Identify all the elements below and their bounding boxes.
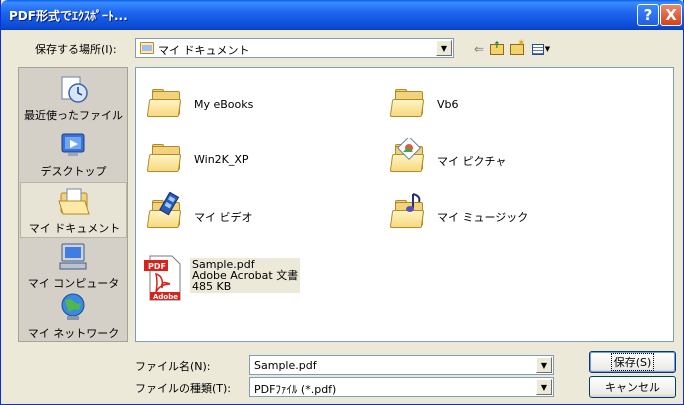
place-my-documents[interactable]: マイ ドキュメント bbox=[20, 182, 127, 238]
close-button[interactable]: X bbox=[660, 4, 682, 26]
folder-icon bbox=[146, 89, 182, 117]
filename-value: Sample.pdf bbox=[254, 359, 317, 372]
save-button[interactable]: 保存(S) bbox=[589, 351, 676, 373]
item-name: My eBooks bbox=[194, 98, 254, 111]
places-bar: 最近使ったファイル デスクトップ マイ ドキュメント マイ コンピュータ マイ … bbox=[18, 67, 128, 342]
place-desktop[interactable]: デスクトップ bbox=[20, 126, 127, 182]
up-folder-icon bbox=[490, 41, 504, 55]
place-recent[interactable]: 最近使ったファイル bbox=[20, 70, 127, 126]
view-menu-button[interactable]: ▼ bbox=[530, 40, 552, 58]
view-menu-icon bbox=[531, 43, 544, 55]
place-my-network[interactable]: マイ ネットワーク bbox=[20, 288, 127, 344]
close-icon: X bbox=[665, 6, 677, 24]
my-music-folder-icon bbox=[389, 193, 429, 234]
back-arrow-icon: ⇐ bbox=[473, 42, 485, 56]
chevron-down-icon[interactable]: ▼ bbox=[436, 40, 452, 56]
my-pictures-folder-icon bbox=[389, 138, 429, 178]
file-size: 485 KB bbox=[192, 280, 232, 293]
save-dialog: PDF形式でｴｸｽﾎﾟｰﾄ... ? X 保存する場所(I): マイ ドキュメン… bbox=[0, 0, 684, 405]
up-folder-button[interactable] bbox=[489, 40, 505, 58]
window-title: PDF形式でｴｸｽﾎﾟｰﾄ... bbox=[9, 9, 128, 23]
filetype-value: PDFﾌｧｲﾙ (*.pdf) bbox=[254, 383, 337, 396]
cancel-button-label: キャンセル bbox=[605, 381, 660, 394]
item-name: マイ ミュージック bbox=[437, 211, 529, 224]
chevron-down-icon: ▼ bbox=[544, 45, 551, 53]
file-list[interactable]: My eBooks Vb6 Win2K_XP マイ ピクチャ マイ ビデオ マイ… bbox=[135, 67, 674, 342]
place-label: 最近使ったファイル bbox=[24, 109, 123, 122]
my-computer-icon bbox=[59, 243, 87, 270]
svg-text:PDF: PDF bbox=[148, 262, 166, 271]
filename-label: ファイル名(N): bbox=[135, 360, 211, 373]
chevron-down-icon[interactable]: ▼ bbox=[536, 357, 552, 373]
file-details: Sample.pdf Adobe Acrobat 文書 485 KB bbox=[190, 258, 301, 293]
title-bar[interactable]: PDF形式でｴｸｽﾎﾟｰﾄ... ? X bbox=[1, 0, 684, 30]
desktop-icon bbox=[61, 133, 85, 156]
item-name: Vb6 bbox=[437, 98, 459, 111]
item-name: マイ ピクチャ bbox=[437, 155, 507, 168]
my-network-icon bbox=[61, 293, 85, 320]
my-documents-small-icon bbox=[140, 42, 154, 54]
cancel-button[interactable]: キャンセル bbox=[589, 376, 676, 398]
item-name: マイ ビデオ bbox=[194, 211, 253, 224]
filetype-label: ファイルの種類(T): bbox=[135, 382, 232, 395]
my-documents-icon bbox=[58, 188, 90, 215]
save-in-dropdown[interactable]: マイ ドキュメント ▼ bbox=[135, 38, 454, 58]
chevron-down-icon[interactable]: ▼ bbox=[536, 379, 552, 395]
save-in-label: 保存する場所(I): bbox=[35, 43, 117, 56]
save-in-value: マイ ドキュメント bbox=[158, 44, 250, 57]
new-folder-icon bbox=[510, 38, 525, 55]
place-label: マイ ドキュメント bbox=[28, 222, 121, 235]
my-videos-folder-icon bbox=[146, 192, 186, 234]
place-my-computer[interactable]: マイ コンピュータ bbox=[20, 238, 127, 294]
svg-text:Adobe: Adobe bbox=[153, 293, 178, 301]
recent-documents-icon bbox=[61, 76, 88, 103]
help-icon: ? bbox=[643, 6, 653, 24]
back-button[interactable]: ⇐ bbox=[471, 40, 487, 58]
item-name: Win2K_XP bbox=[194, 153, 249, 166]
help-button[interactable]: ? bbox=[637, 4, 659, 26]
place-label: デスクトップ bbox=[40, 165, 107, 178]
save-button-label: 保存(S) bbox=[610, 353, 655, 371]
filetype-dropdown[interactable]: PDFﾌｧｲﾙ (*.pdf) ▼ bbox=[249, 377, 554, 397]
filename-field[interactable]: Sample.pdf ▼ bbox=[249, 355, 554, 375]
folder-icon bbox=[389, 89, 425, 117]
folder-icon bbox=[146, 144, 182, 172]
new-folder-button[interactable] bbox=[509, 38, 525, 58]
pdf-file-icon: PDF Adobe bbox=[144, 255, 181, 301]
place-label: マイ ネットワーク bbox=[27, 327, 120, 340]
